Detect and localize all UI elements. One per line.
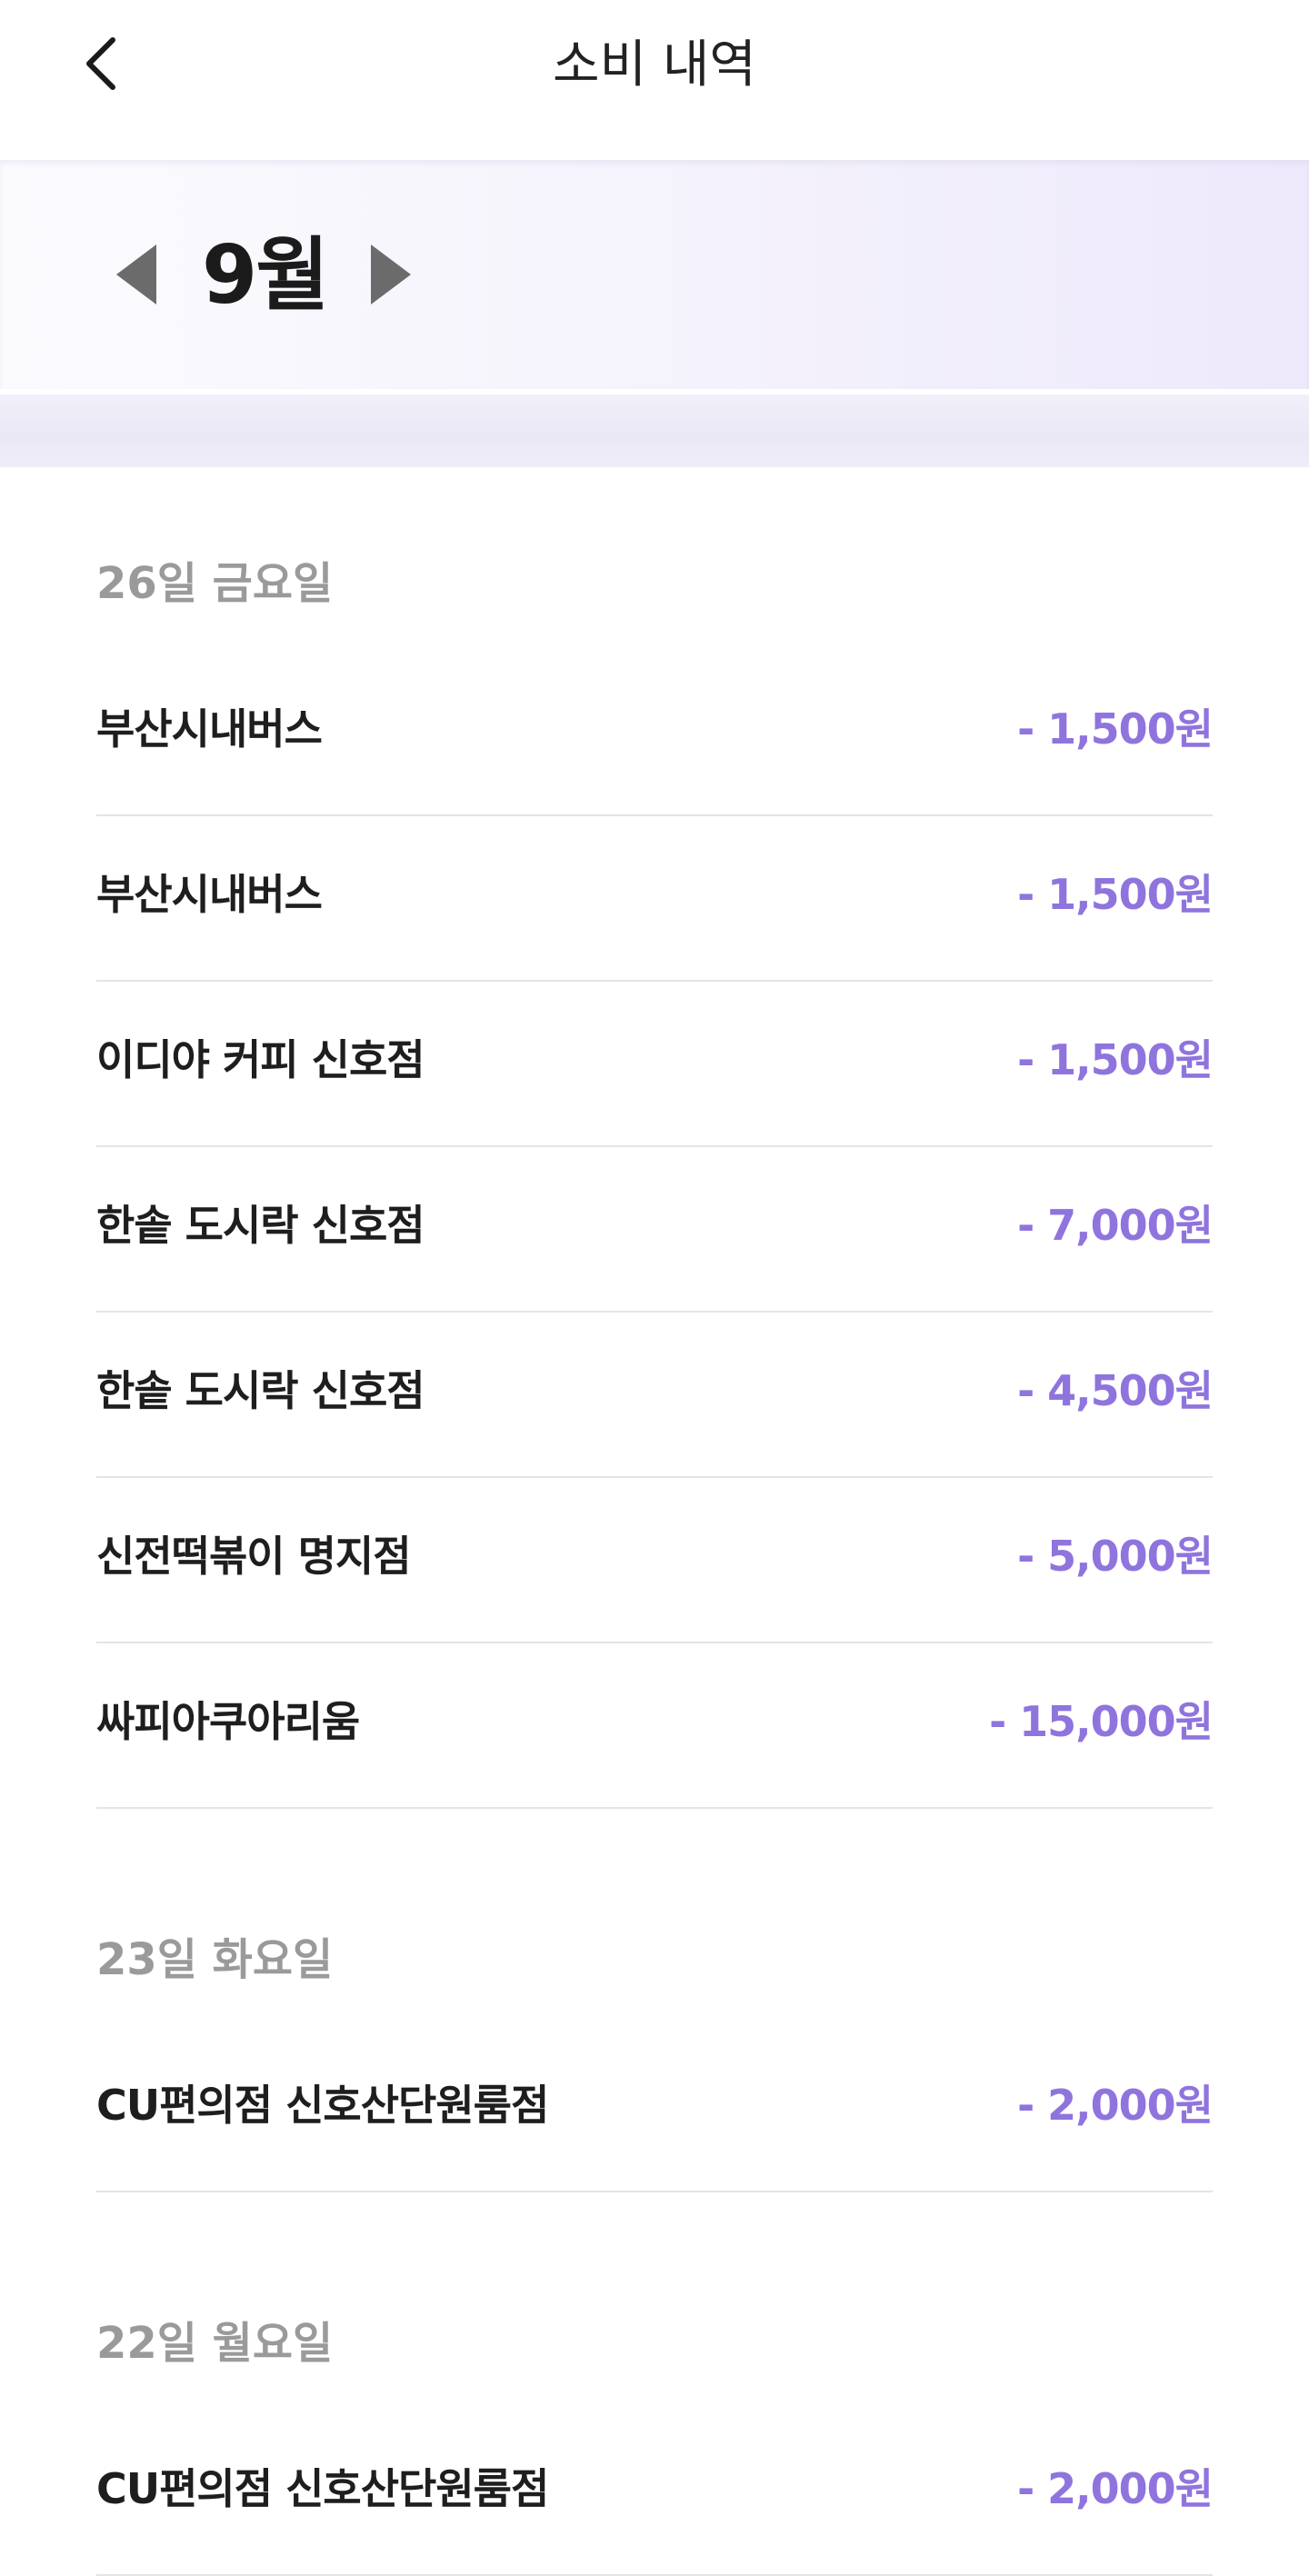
page-title: 소비 내역	[553, 35, 756, 95]
transaction-amount: - 1,500원	[1017, 1035, 1214, 1084]
next-month-button[interactable]	[364, 244, 418, 305]
transaction-amount: - 4,500원	[1017, 1366, 1214, 1415]
app-header: 소비 내역	[0, 0, 1309, 160]
transaction-amount: - 2,000원	[1017, 2081, 1214, 2130]
transaction-row[interactable]: 신전떡볶이 명지점 - 5,000원	[96, 1478, 1214, 1643]
month-selector-bar	[0, 160, 1309, 389]
merchant-name: 싸피아쿠아리움	[96, 1697, 360, 1746]
transaction-amount: - 7,000원	[1017, 1201, 1214, 1250]
transaction-row[interactable]: CU편의점 신호산단원룸점 - 2,000원	[96, 2411, 1214, 2576]
date-header: 23일 화요일	[96, 1934, 334, 1985]
transaction-amount: - 1,500원	[1017, 870, 1214, 919]
chevron-left-icon	[86, 37, 115, 90]
transaction-amount: - 2,000원	[1017, 2464, 1214, 2513]
back-button[interactable]	[64, 27, 136, 100]
merchant-name: 부산시내버스	[96, 870, 323, 919]
current-month-label: 9월	[202, 228, 329, 322]
transaction-row[interactable]: 한솥 도시락 신호점 - 7,000원	[96, 1147, 1214, 1313]
triangle-right-icon	[371, 245, 411, 305]
month-bar-shadow-strip	[0, 394, 1309, 467]
transaction-row[interactable]: CU편의점 신호산단원룸점 - 2,000원	[96, 2027, 1214, 2192]
prev-month-button[interactable]	[109, 244, 164, 305]
transaction-row[interactable]: 부산시내버스 - 1,500원	[96, 816, 1214, 982]
transaction-row[interactable]: 싸피아쿠아리움 - 15,000원	[96, 1643, 1214, 1809]
triangle-left-icon	[116, 245, 156, 305]
merchant-name: 이디야 커피 신호점	[96, 1035, 425, 1084]
transaction-amount: - 15,000원	[989, 1697, 1214, 1746]
merchant-name: 한솥 도시락 신호점	[96, 1201, 425, 1250]
transaction-row[interactable]: 이디야 커피 신호점 - 1,500원	[96, 982, 1214, 1147]
merchant-name: 부산시내버스	[96, 704, 323, 754]
merchant-name: CU편의점 신호산단원룸점	[96, 2081, 549, 2130]
transaction-row[interactable]: 부산시내버스 - 1,500원	[96, 651, 1214, 816]
merchant-name: 한솥 도시락 신호점	[96, 1366, 425, 1415]
merchant-name: 신전떡볶이 명지점	[96, 1532, 412, 1581]
transaction-amount: - 5,000원	[1017, 1532, 1214, 1581]
date-header: 26일 금요일	[96, 558, 334, 609]
transaction-row[interactable]: 한솥 도시락 신호점 - 4,500원	[96, 1313, 1214, 1478]
transaction-amount: - 1,500원	[1017, 704, 1214, 754]
date-header: 22일 월요일	[96, 2318, 334, 2369]
merchant-name: CU편의점 신호산단원룸점	[96, 2464, 549, 2513]
